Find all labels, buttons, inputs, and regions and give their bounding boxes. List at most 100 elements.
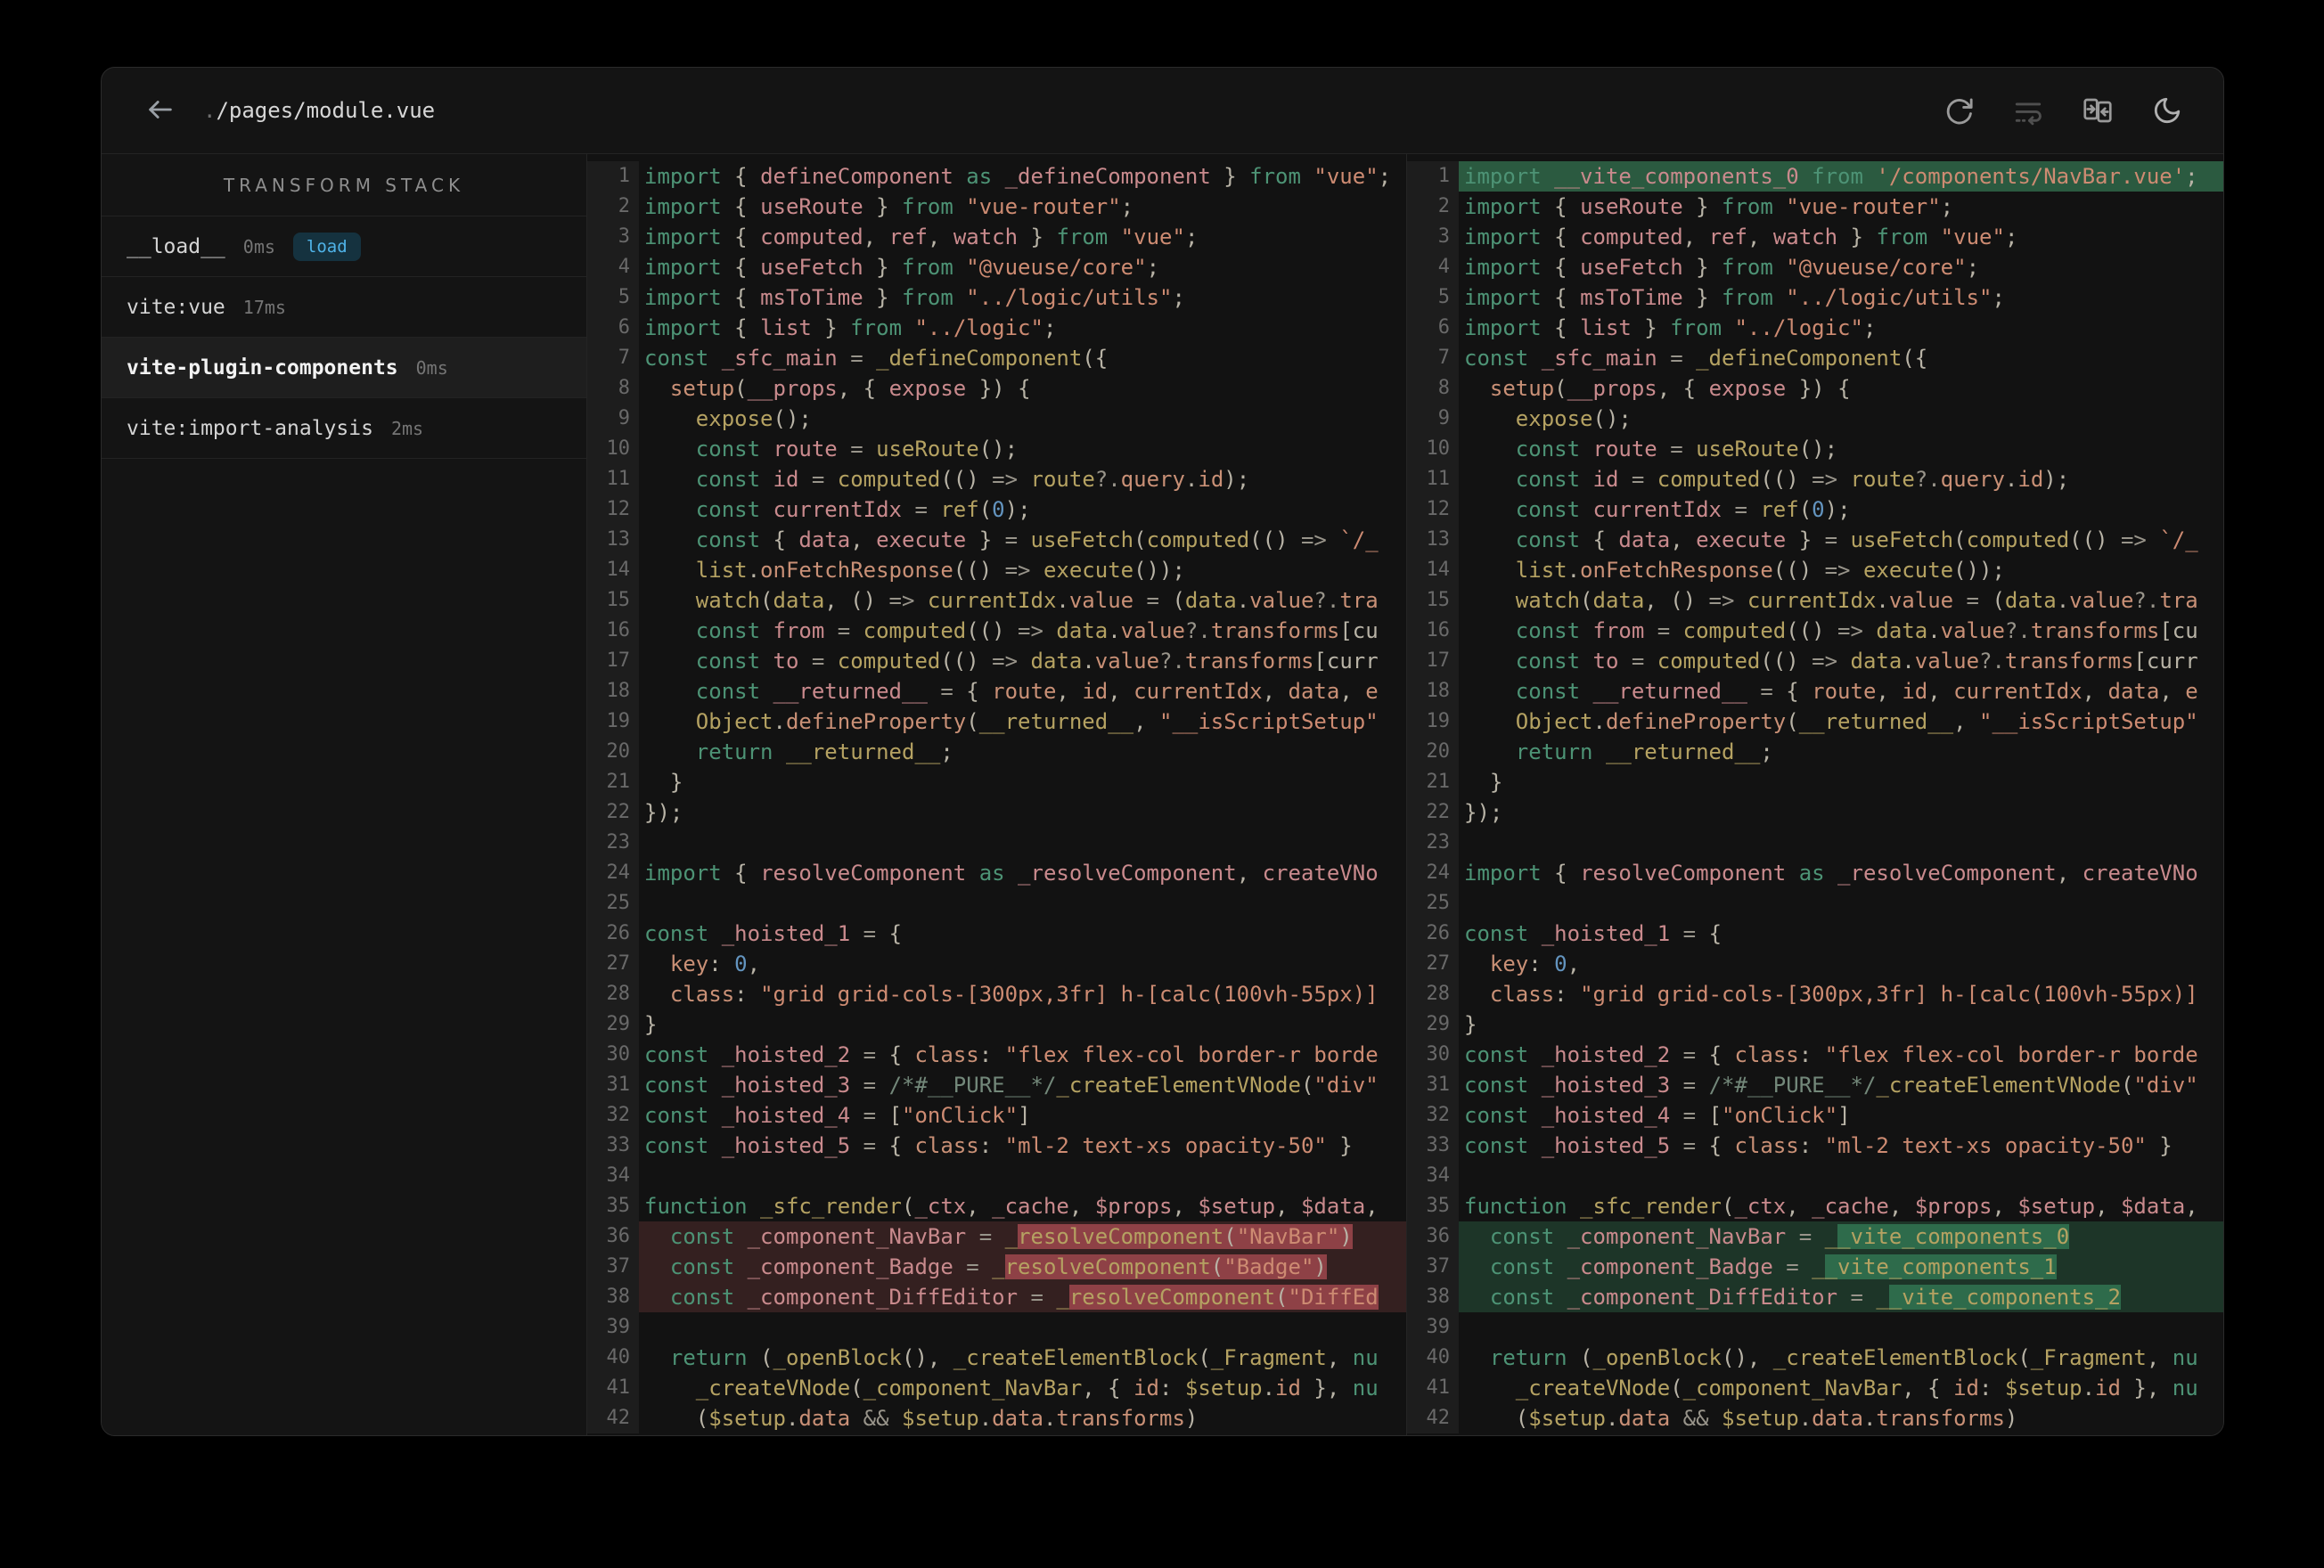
code-line-content: Object.defineProperty(__returned__, "__i… — [644, 709, 1379, 734]
code-line: 11 const id = computed(() => route?.quer… — [587, 464, 1406, 494]
refresh-button[interactable] — [1942, 94, 1976, 127]
code-line: 22}); — [587, 797, 1406, 828]
code-line: 9 expose(); — [1407, 404, 2223, 434]
code-line-content — [1459, 828, 2223, 858]
code-line-content: setup(__props, { expose }) { — [1464, 376, 1851, 401]
transform-stack-list: __load__ 0ms load vite:vue 17ms vite-plugin-c… — [102, 216, 586, 459]
sidebar-item-vite-vue[interactable]: vite:vue 17ms — [102, 277, 586, 338]
code-line-content: import { useFetch } from "@vueuse/core"; — [644, 255, 1160, 280]
code-line-content: import __vite_components_0 from '/compon… — [1459, 161, 2223, 192]
line-number: 38 — [1407, 1282, 1459, 1312]
line-number: 7 — [587, 343, 639, 373]
code-line-content: }); — [1464, 800, 1503, 825]
side-by-side-diff-button[interactable] — [2081, 94, 2115, 127]
code-line-content: const _hoisted_1 = { — [644, 921, 903, 946]
code-line: 38 const _component_DiffEditor = __vite_… — [1407, 1282, 2223, 1312]
code-line: 8 setup(__props, { expose }) { — [1407, 373, 2223, 404]
sidebar-item-vite-plugin-components[interactable]: vite-plugin-components 0ms — [102, 338, 586, 398]
line-number: 22 — [587, 797, 639, 828]
code-line-content: const id = computed(() => route?.query.i… — [1464, 467, 2070, 492]
code-line-content: import { useRoute } from "vue-router"; — [1464, 194, 1954, 219]
line-number: 29 — [1407, 1009, 1459, 1040]
code-line-content: const _hoisted_3 = /*#__PURE__*/_createE… — [1464, 1073, 2198, 1098]
title-bar-actions — [1942, 94, 2184, 127]
code-line: 42 ($setup.data && $setup.data.transform… — [587, 1403, 1406, 1433]
code-line-content: import { useFetch } from "@vueuse/core"; — [1464, 255, 1980, 280]
line-number: 31 — [587, 1070, 639, 1100]
line-number: 21 — [587, 767, 639, 797]
code-line: 26 const _hoisted_1 = { — [1407, 919, 2223, 949]
code-line-content: const __returned__ = { route, id, curren… — [644, 679, 1379, 704]
code-line-content: const _hoisted_4 = ["onClick"] — [644, 1103, 1031, 1128]
code-line-content — [639, 1161, 1406, 1191]
code-line-content: const route = useRoute(); — [1464, 437, 1838, 461]
moon-icon — [2152, 95, 2182, 126]
line-number: 34 — [587, 1161, 639, 1191]
code-line: 20 return __returned__; — [1407, 737, 2223, 767]
code-line: 30 const _hoisted_2 = { class: "flex flex… — [1407, 1040, 2223, 1070]
code-line-content: import { computed, ref, watch } from "vu… — [1464, 225, 2018, 249]
code-line: 2 import { useRoute } from "vue-router"; — [587, 192, 1406, 222]
line-number: 31 — [1407, 1070, 1459, 1100]
code-line-content: const _sfc_main = _defineComponent({ — [644, 346, 1109, 371]
code-line: 39 — [587, 1312, 1406, 1343]
code-line-content: } — [644, 770, 683, 795]
line-number: 28 — [587, 979, 639, 1009]
line-number: 29 — [587, 1009, 639, 1040]
code-line: 6 import { list } from "../logic"; — [587, 313, 1406, 343]
code-line: 8 setup(__props, { expose }) { — [587, 373, 1406, 404]
code-line: 1 import __vite_components_0 from '/compo… — [1407, 161, 2223, 192]
inspect-window: ./pages/module.vue TRANSFORM STACK __loa… — [101, 67, 2224, 1436]
line-number: 30 — [587, 1040, 639, 1070]
line-number: 10 — [1407, 434, 1459, 464]
code-line: 10 const route = useRoute(); — [587, 434, 1406, 464]
code-line-content: const _component_NavBar = _resolveCompon… — [639, 1221, 1406, 1252]
code-line-content: watch(data, () => currentIdx.value = (da… — [644, 588, 1379, 613]
code-line-content: import { list } from "../logic"; — [644, 315, 1057, 340]
code-line-content: import { defineComponent as _defineCompo… — [644, 164, 1392, 189]
color-scheme-button[interactable] — [2150, 94, 2184, 127]
code-line: 30 const _hoisted_2 = { class: "flex flex… — [587, 1040, 1406, 1070]
code-line: 3 import { computed, ref, watch } from "v… — [587, 222, 1406, 252]
plugin-name: __load__ — [127, 234, 225, 258]
code-line: 40 return (_openBlock(), _createElementB… — [587, 1343, 1406, 1373]
line-number: 8 — [587, 373, 639, 404]
code-line: 27 key: 0, — [587, 949, 1406, 979]
plugin-name: vite:vue — [127, 295, 225, 319]
transform-stack-heading: TRANSFORM STACK — [102, 154, 586, 216]
arrow-left-icon — [145, 94, 176, 127]
back-button[interactable] — [141, 91, 180, 130]
code-line: 36 const _component_NavBar = _resolveCom… — [587, 1221, 1406, 1252]
code-line-content: const _hoisted_2 = { class: "flex flex-c… — [644, 1042, 1379, 1067]
code-line-content: import { useRoute } from "vue-router"; — [644, 194, 1134, 219]
sidebar-item--load-[interactable]: __load__ 0ms load — [102, 216, 586, 277]
line-number: 15 — [587, 585, 639, 616]
code-line: 29} — [1407, 1009, 2223, 1040]
line-number: 26 — [1407, 919, 1459, 949]
code-line: 36 const _component_NavBar = __vite_comp… — [1407, 1221, 2223, 1252]
line-number: 5 — [1407, 282, 1459, 313]
code-line: 12 const currentIdx = ref(0); — [1407, 494, 2223, 525]
code-line: 5 import { msToTime } from "../logic/util… — [587, 282, 1406, 313]
code-line-content: const route = useRoute(); — [644, 437, 1019, 461]
code-line: 17 const to = computed(() => data.value?… — [1407, 646, 2223, 676]
line-number: 23 — [587, 828, 639, 858]
line-number: 35 — [1407, 1191, 1459, 1221]
code-line-content: expose(); — [1464, 406, 1632, 431]
line-number: 19 — [1407, 706, 1459, 737]
line-number: 20 — [1407, 737, 1459, 767]
code-line: 14 list.onFetchResponse(() => execute())… — [587, 555, 1406, 585]
code-line-content: const _component_NavBar = __vite_compone… — [1459, 1221, 2223, 1252]
code-line-content: const _hoisted_5 = { class: "ml-2 text-x… — [1464, 1133, 2173, 1158]
code-line: 41 _createVNode(_component_NavBar, { id:… — [1407, 1373, 2223, 1403]
line-wrap-button[interactable] — [2011, 94, 2045, 127]
code-line-content: const _sfc_main = _defineComponent({ — [1464, 346, 1928, 371]
line-number: 25 — [1407, 888, 1459, 919]
line-number: 4 — [587, 252, 639, 282]
line-number: 33 — [1407, 1131, 1459, 1161]
code-line: 7 const _sfc_main = _defineComponent({ — [1407, 343, 2223, 373]
code-line: 20 return __returned__; — [587, 737, 1406, 767]
code-line: 17 const to = computed(() => data.value?… — [587, 646, 1406, 676]
code-line-content: return __returned__; — [644, 739, 953, 764]
sidebar-item-vite-import-analysis[interactable]: vite:import-analysis 2ms — [102, 398, 586, 459]
